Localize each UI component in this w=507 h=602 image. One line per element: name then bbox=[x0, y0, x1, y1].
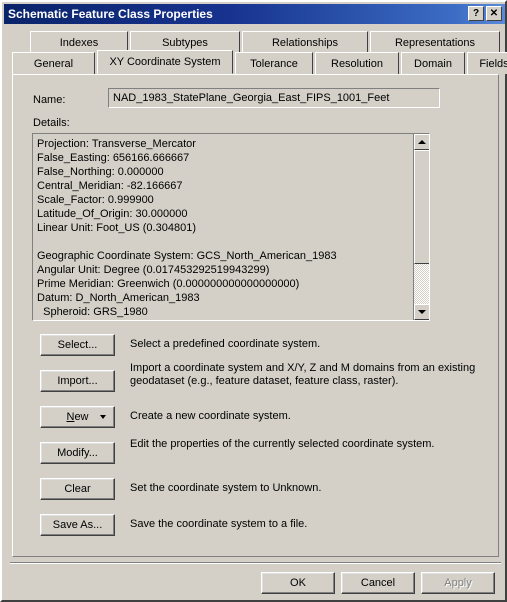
new-description: Create a new coordinate system. bbox=[130, 410, 291, 422]
import-description: Import a coordinate system and X/Y, Z an… bbox=[130, 362, 476, 387]
chevron-down-icon bbox=[100, 415, 106, 419]
details-line: Prime Meridian: Greenwich (0.00000000000… bbox=[37, 278, 300, 290]
details-text-content: Projection: Transverse_Mercator False_Ea… bbox=[33, 134, 412, 320]
footer-divider bbox=[10, 562, 501, 564]
name-label: Name: bbox=[33, 94, 66, 106]
details-line: Scale_Factor: 0.999900 bbox=[37, 194, 154, 206]
details-line: Datum: D_North_American_1983 bbox=[37, 292, 200, 304]
scroll-up-icon[interactable] bbox=[414, 134, 429, 150]
tab-row-lower: General XY Coordinate System Tolerance R… bbox=[12, 50, 507, 74]
ok-button[interactable]: OK bbox=[261, 572, 335, 594]
details-line: Projection: Transverse_Mercator bbox=[37, 138, 196, 150]
scroll-down-icon[interactable] bbox=[414, 304, 429, 320]
scrollbar-track[interactable] bbox=[414, 150, 429, 304]
new-button[interactable]: New bbox=[40, 406, 115, 428]
modify-button[interactable]: Modify... bbox=[40, 442, 115, 464]
details-line: Angular Unit: Degree (0.0174532925199432… bbox=[37, 264, 270, 276]
new-button-inner: New bbox=[41, 411, 114, 423]
select-button[interactable]: Select... bbox=[40, 334, 115, 356]
tab-xy-coordinate-system[interactable]: XY Coordinate System bbox=[97, 50, 233, 74]
apply-button: Apply bbox=[421, 572, 495, 594]
tab-content-panel: Name: NAD_1983_StatePlane_Georgia_East_F… bbox=[12, 74, 499, 557]
import-button[interactable]: Import... bbox=[40, 370, 115, 392]
details-line: Linear Unit: Foot_US (0.304801) bbox=[37, 222, 196, 234]
help-icon[interactable]: ? bbox=[468, 6, 484, 21]
details-line: Semimajor Axis: 6378137.0000000000000000… bbox=[37, 319, 412, 320]
scrollbar-thumb[interactable] bbox=[414, 150, 429, 264]
save-as-button[interactable]: Save As... bbox=[40, 514, 115, 536]
details-line: False_Easting: 656166.666667 bbox=[37, 152, 190, 164]
modify-description: Edit the properties of the currently sel… bbox=[130, 438, 435, 450]
close-icon[interactable]: ✕ bbox=[486, 6, 502, 21]
tab-strip: Indexes Subtypes Relationships Represent… bbox=[12, 31, 507, 75]
tab-fields[interactable]: Fields bbox=[467, 52, 507, 74]
select-description: Select a predefined coordinate system. bbox=[130, 338, 321, 350]
clear-button[interactable]: Clear bbox=[40, 478, 115, 500]
tab-relationships[interactable]: Relationships bbox=[242, 31, 368, 53]
title-bar: Schematic Feature Class Properties ? ✕ bbox=[4, 4, 505, 24]
title-bar-buttons: ? ✕ bbox=[468, 6, 502, 21]
details-line: Geographic Coordinate System: GCS_North_… bbox=[37, 250, 337, 262]
cancel-button[interactable]: Cancel bbox=[341, 572, 415, 594]
new-button-label: New bbox=[66, 411, 89, 423]
save-as-description: Save the coordinate system to a file. bbox=[130, 518, 308, 530]
window-title: Schematic Feature Class Properties bbox=[8, 7, 213, 21]
details-line: Central_Meridian: -82.166667 bbox=[37, 180, 183, 192]
tab-domain[interactable]: Domain bbox=[401, 52, 465, 74]
tab-resolution[interactable]: Resolution bbox=[315, 52, 399, 74]
details-textbox[interactable]: Projection: Transverse_Mercator False_Ea… bbox=[32, 133, 430, 321]
tab-general[interactable]: General bbox=[12, 52, 95, 74]
clear-description: Set the coordinate system to Unknown. bbox=[130, 482, 322, 494]
coordinate-system-name-field[interactable]: NAD_1983_StatePlane_Georgia_East_FIPS_10… bbox=[108, 88, 440, 108]
details-label: Details: bbox=[33, 117, 70, 129]
details-line bbox=[37, 235, 412, 249]
details-scrollbar[interactable] bbox=[413, 134, 429, 320]
tab-tolerance[interactable]: Tolerance bbox=[235, 52, 313, 74]
properties-dialog: Schematic Feature Class Properties ? ✕ I… bbox=[0, 0, 507, 602]
details-line: Latitude_Of_Origin: 30.000000 bbox=[37, 208, 188, 220]
tab-representations[interactable]: Representations bbox=[370, 31, 500, 53]
details-line: Spheroid: GRS_1980 bbox=[37, 306, 148, 318]
details-line: False_Northing: 0.000000 bbox=[37, 166, 164, 178]
